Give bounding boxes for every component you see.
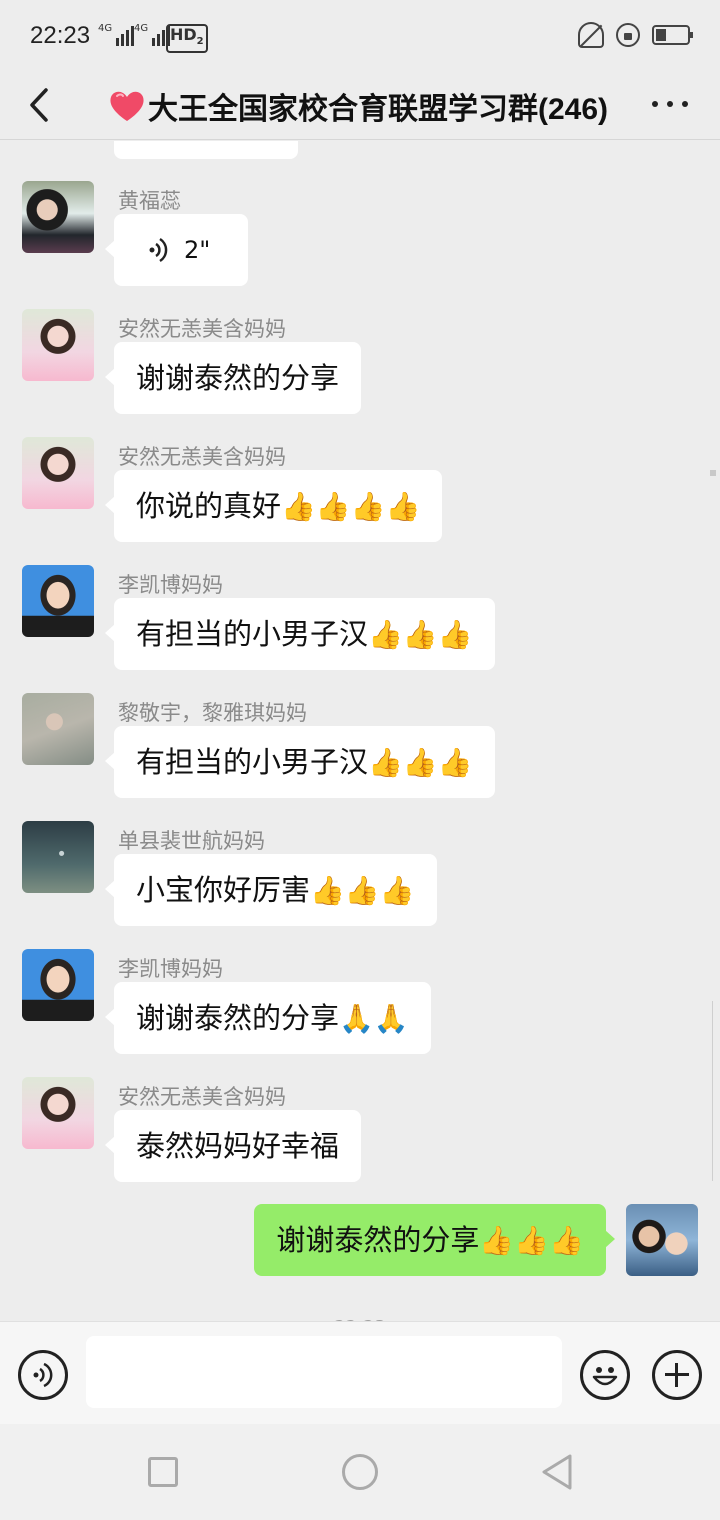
thumbs-up-icon: 👍👍👍: [368, 746, 473, 779]
red-heart-icon: [110, 91, 144, 121]
recent-apps-button[interactable]: [148, 1457, 178, 1487]
message-text: 小宝你好厉害: [136, 873, 311, 907]
avatar[interactable]: [22, 437, 94, 509]
status-bar: 22:23 4G 4G HD2: [0, 0, 720, 70]
smiley-icon: [592, 1367, 618, 1386]
scrollbar[interactable]: [712, 1001, 716, 1181]
chevron-left-icon: [30, 88, 48, 122]
system-navigation-bar: [0, 1424, 720, 1520]
message-text: 你说的真好: [136, 489, 282, 523]
sender-name: 安然无恙美含妈妈: [118, 317, 286, 341]
sender-name: 李凯博妈妈: [118, 573, 223, 597]
partial-message-bubble: [114, 141, 298, 159]
more-dots-icon: [652, 101, 658, 107]
voice-wave-icon: [149, 237, 168, 263]
chat-title-text: 大王全国家校合育联盟学习群(246): [148, 93, 609, 126]
hd-label: HD: [170, 25, 197, 44]
message-text: 谢谢泰然的分享: [136, 1001, 340, 1035]
vibrate-off-icon: [578, 22, 604, 48]
message-bubble[interactable]: 有担当的小男子汉👍👍👍: [105, 726, 495, 798]
message-bubble[interactable]: 小宝你好厉害👍👍👍: [105, 854, 437, 926]
message-text: 谢谢泰然的分享: [136, 361, 340, 395]
network-type-2: 4G: [134, 23, 149, 34]
message-bubble[interactable]: 谢谢泰然的分享🙏🙏: [105, 982, 431, 1054]
sender-name: 李凯博妈妈: [118, 957, 223, 981]
message-input[interactable]: [86, 1336, 562, 1408]
rotation-lock-icon: [616, 23, 640, 47]
voice-input-toggle-button[interactable]: [18, 1350, 68, 1400]
avatar[interactable]: [22, 565, 94, 637]
chat-title: 大王全国家校合育联盟学习群(246): [108, 84, 628, 128]
more-options-button[interactable]: [648, 84, 692, 124]
avatar[interactable]: [22, 693, 94, 765]
voice-wave-icon: [33, 1362, 53, 1388]
nav-back-button[interactable]: [538, 1452, 574, 1492]
avatar[interactable]: [22, 949, 94, 1021]
signal-icon-2: 4G: [134, 23, 171, 46]
input-bar: [0, 1321, 720, 1424]
voice-message-bubble[interactable]: 2": [105, 214, 248, 286]
avatar-self[interactable]: [626, 1204, 698, 1276]
thumbs-up-icon: 👍👍👍👍: [281, 490, 421, 523]
message-bubble-self[interactable]: 谢谢泰然的分享👍👍👍: [254, 1204, 615, 1276]
scroll-indicator: [710, 470, 716, 476]
avatar[interactable]: [22, 1077, 94, 1149]
folded-hands-icon: 🙏🙏: [339, 1002, 409, 1035]
message-text: 泰然妈妈好幸福: [136, 1129, 340, 1163]
voice-duration: 2": [184, 236, 211, 264]
message-bubble[interactable]: 你说的真好👍👍👍👍: [104, 470, 443, 542]
avatar[interactable]: [22, 181, 94, 253]
sender-name: 黎敬宇，黎雅琪妈妈: [118, 701, 307, 725]
message-list[interactable]: 黄福蕊 2" 安然无恙美含妈妈 谢谢泰然的分享 安然无恙美含妈妈 你说的真好👍👍…: [0, 141, 720, 1321]
sender-name: 安然无恙美含妈妈: [118, 1085, 286, 1109]
hd-voice-icon: HD2: [166, 24, 208, 54]
message-bubble[interactable]: 泰然妈妈好幸福: [104, 1110, 362, 1182]
thumbs-up-icon: 👍👍👍: [368, 618, 473, 651]
sender-name: 黄福蕊: [118, 189, 181, 213]
more-functions-button[interactable]: [652, 1350, 702, 1400]
hd-sub: 2: [196, 36, 204, 48]
sender-name: 单县裴世航妈妈: [118, 829, 265, 853]
sender-name: 安然无恙美含妈妈: [118, 445, 286, 469]
message-bubble[interactable]: 有担当的小男子汉👍👍👍: [105, 598, 495, 670]
back-button[interactable]: [16, 78, 66, 132]
home-button[interactable]: [342, 1454, 378, 1490]
message-bubble[interactable]: 谢谢泰然的分享: [104, 342, 362, 414]
status-time: 22:23: [30, 22, 91, 49]
chat-header: 大王全国家校合育联盟学习群(246): [0, 70, 720, 140]
message-text: 有担当的小男子汉: [136, 745, 369, 779]
signal-icon: 4G: [98, 23, 135, 46]
thumbs-up-icon: 👍👍👍: [479, 1224, 584, 1257]
avatar[interactable]: [22, 821, 94, 893]
message-text: 谢谢泰然的分享: [276, 1223, 480, 1257]
network-type-1: 4G: [98, 23, 113, 34]
battery-icon: [652, 25, 693, 45]
message-text: 有担当的小男子汉: [136, 617, 369, 651]
avatar[interactable]: [22, 309, 94, 381]
thumbs-up-icon: 👍👍👍: [310, 874, 415, 907]
emoji-button[interactable]: [580, 1350, 630, 1400]
